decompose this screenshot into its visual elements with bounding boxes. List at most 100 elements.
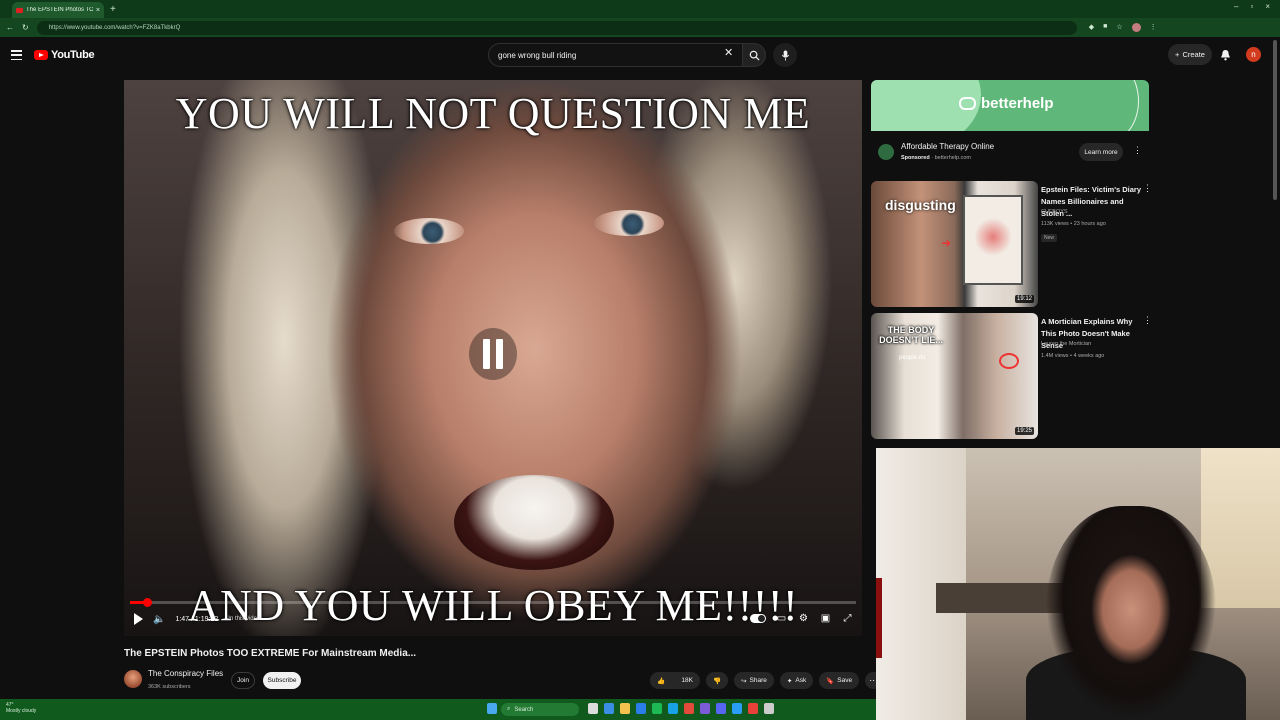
app-icon[interactable]: [604, 703, 614, 714]
recommended-video[interactable]: THE BODY DOESN'T LIE... people do 19:25 …: [871, 313, 1161, 439]
video-frame-detail: [394, 218, 464, 244]
microphone-icon: [781, 49, 789, 61]
chapter-label[interactable]: In this video: [228, 616, 260, 622]
app-icon[interactable]: [652, 703, 662, 714]
play-icon[interactable]: [134, 613, 143, 625]
browser-tab-strip: The EPSTEIN Photos TOO E × + – ▫ ×: [0, 0, 1280, 18]
fullscreen-icon[interactable]: ⤢: [841, 612, 854, 625]
thumbs-down-icon: 👎: [713, 677, 722, 685]
video-menu-icon[interactable]: ⋮: [1143, 183, 1152, 194]
bookmark-star-icon[interactable]: ☆: [1116, 23, 1122, 32]
theater-mode-icon[interactable]: ▣: [819, 612, 832, 625]
create-button[interactable]: + Create: [1168, 44, 1212, 65]
file-explorer-icon[interactable]: [620, 703, 630, 714]
arrow-icon: ➜: [941, 236, 952, 250]
extension-icons: ◆ ■ ☆ ⋮: [1089, 23, 1157, 32]
progress-bar[interactable]: [130, 598, 856, 607]
recommended-channel[interactable]: Lauren the Mortician: [1041, 341, 1091, 347]
scrubber-handle[interactable]: [142, 598, 152, 607]
close-tab-icon[interactable]: ×: [96, 7, 100, 14]
learn-more-button[interactable]: Learn more: [1079, 143, 1123, 161]
scrollbar-thumb[interactable]: [1273, 40, 1277, 200]
ad-domain: betterhelp.com: [934, 155, 972, 161]
ad-banner[interactable]: betterhelp: [871, 80, 1149, 131]
ask-button[interactable]: ✦ Ask: [779, 672, 814, 689]
share-button[interactable]: ↪ Share: [734, 672, 774, 689]
new-badge: New: [1041, 234, 1058, 242]
duration-badge: 19:25: [1014, 427, 1034, 435]
window-controls: – ▫ ×: [1234, 2, 1270, 11]
app-icon[interactable]: [732, 703, 742, 714]
clear-search-icon[interactable]: ✕: [724, 46, 733, 59]
ad-menu-icon[interactable]: ⋮: [1133, 145, 1142, 156]
search-icon: [749, 50, 760, 61]
search-button[interactable]: [742, 43, 766, 67]
thumbnail-circle-mark: [999, 353, 1019, 369]
youtube-logo[interactable]: YouTube: [34, 49, 95, 61]
save-button[interactable]: 🔖 Save: [819, 672, 860, 689]
taskbar-search-placeholder: Search: [514, 706, 534, 713]
ad-subtitle: Sponsored · betterhelp.com: [901, 155, 972, 161]
extension-icon[interactable]: ■: [1103, 23, 1107, 32]
search-input[interactable]: gone wrong bull riding: [488, 43, 743, 67]
chrome-icon[interactable]: [748, 703, 758, 714]
app-icon[interactable]: [764, 703, 774, 714]
windows-start-icon[interactable]: [487, 703, 497, 714]
video-thumbnail[interactable]: THE BODY DOESN'T LIE... people do 19:25: [871, 313, 1038, 439]
minimize-icon[interactable]: –: [1234, 2, 1238, 11]
subscribe-button[interactable]: Subscribe: [263, 672, 301, 689]
ad-info: Affordable Therapy Online Sponsored · be…: [871, 138, 1149, 168]
recommended-video[interactable]: disgusting ➜ 19:12 Epstein Files: Victim…: [871, 181, 1161, 307]
volume-icon[interactable]: 🔈: [153, 614, 165, 625]
app-icon[interactable]: [668, 703, 678, 714]
thumbnail-text: disgusting: [885, 197, 956, 213]
browser-tab-title: The EPSTEIN Photos TOO E: [26, 7, 93, 13]
video-menu-icon[interactable]: ⋮: [1143, 315, 1152, 326]
voice-search-button[interactable]: [773, 43, 797, 67]
maximize-icon[interactable]: ▫: [1250, 2, 1253, 11]
page-scrollbar[interactable]: [1272, 40, 1278, 200]
reload-icon[interactable]: ↻: [22, 23, 29, 32]
app-icon[interactable]: [684, 703, 694, 714]
start-area: [487, 703, 497, 714]
save-label: Save: [837, 677, 853, 684]
address-bar[interactable]: https://www.youtube.com/watch?v=FZK8aTkb…: [36, 20, 1077, 35]
account-avatar[interactable]: n: [1246, 47, 1261, 62]
weather-widget[interactable]: 47° Mostly cloudy: [6, 702, 36, 714]
app-icon[interactable]: [700, 703, 710, 714]
app-icon[interactable]: [716, 703, 726, 714]
profile-avatar[interactable]: [1131, 23, 1141, 32]
pause-overlay-icon[interactable]: [469, 328, 517, 380]
autoplay-toggle[interactable]: [750, 614, 766, 623]
advertiser-avatar: [878, 144, 894, 160]
video-title: The EPSTEIN Photos TOO EXTREME For Mains…: [124, 648, 417, 659]
ad-title[interactable]: Affordable Therapy Online: [901, 142, 994, 151]
close-window-icon[interactable]: ×: [1265, 2, 1270, 11]
recommended-channel[interactable]: CUFBOYS: [1041, 209, 1068, 215]
video-frame-detail: [454, 475, 614, 570]
video-thumbnail[interactable]: disgusting ➜ 19:12: [871, 181, 1038, 307]
thumbnail-document: [963, 195, 1023, 285]
bookmark-icon: 🔖: [826, 677, 835, 685]
taskbar-search[interactable]: ⌕ Search: [501, 703, 579, 716]
menu-dots-icon[interactable]: ⋮: [1150, 23, 1157, 32]
new-tab-icon[interactable]: +: [110, 4, 116, 15]
video-player[interactable]: YOU WILL NOT QUESTION ME AND YOU WILL OB…: [124, 80, 862, 636]
app-icon[interactable]: [636, 703, 646, 714]
guide-menu-icon[interactable]: [11, 50, 22, 60]
back-icon[interactable]: ←: [6, 23, 14, 32]
channel-name[interactable]: The Conspiracy Files: [148, 669, 223, 678]
channel-avatar[interactable]: [124, 670, 142, 688]
browser-tab[interactable]: The EPSTEIN Photos TOO E ×: [12, 2, 104, 18]
duration-badge: 19:12: [1014, 295, 1034, 303]
taskbar-apps: [588, 703, 774, 714]
subtitles-icon[interactable]: ▭: [775, 612, 788, 625]
settings-gear-icon[interactable]: ⚙: [797, 612, 810, 625]
notifications-bell-icon[interactable]: [1220, 48, 1231, 66]
dislike-button[interactable]: 👎: [706, 672, 729, 689]
task-view-icon[interactable]: [588, 703, 598, 714]
extension-icon[interactable]: ◆: [1089, 23, 1094, 32]
player-controls: 🔈 1:47 / 1:19:12 In this video ▭ ⚙ ▣ ⤢: [124, 608, 862, 634]
like-button[interactable]: 👍 18K: [650, 672, 700, 689]
join-button[interactable]: Join: [231, 672, 255, 689]
